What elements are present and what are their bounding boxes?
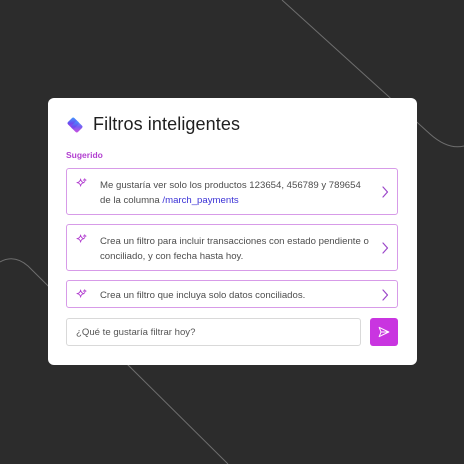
- suggestion-text: Crea un filtro que incluya solo datos co…: [100, 290, 306, 301]
- smart-filters-panel: Filtros inteligentes Sugerido Me gustarí…: [48, 98, 417, 365]
- suggestion-text: Me gustaría ver solo los productos 12365…: [100, 178, 370, 208]
- chevron-right-icon: [382, 242, 389, 254]
- sparkle-icon: [76, 289, 87, 298]
- chevron-right-icon: [382, 186, 389, 198]
- chevron-right-icon: [382, 289, 389, 301]
- sparkle-icon: [76, 178, 87, 187]
- suggestion-item[interactable]: Crea un filtro que incluya solo datos co…: [66, 280, 398, 308]
- suggestion-item[interactable]: Me gustaría ver solo los productos 12365…: [66, 168, 398, 215]
- section-label-suggested: Sugerido: [66, 150, 103, 160]
- send-button[interactable]: [370, 318, 398, 346]
- column-reference-link[interactable]: /march_payments: [162, 195, 238, 206]
- panel-title: Filtros inteligentes: [93, 114, 241, 134]
- suggestion-text: Crea un filtro para incluir transaccione…: [100, 236, 369, 262]
- send-icon: [378, 326, 390, 338]
- filter-prompt-input[interactable]: [67, 319, 360, 345]
- filter-prompt-field: [66, 318, 361, 346]
- panel-header: Filtros inteligentes: [66, 114, 240, 135]
- logo-icon: [67, 117, 83, 132]
- sparkle-icon: [76, 234, 87, 243]
- suggestion-item[interactable]: Crea un filtro para incluir transaccione…: [66, 224, 398, 271]
